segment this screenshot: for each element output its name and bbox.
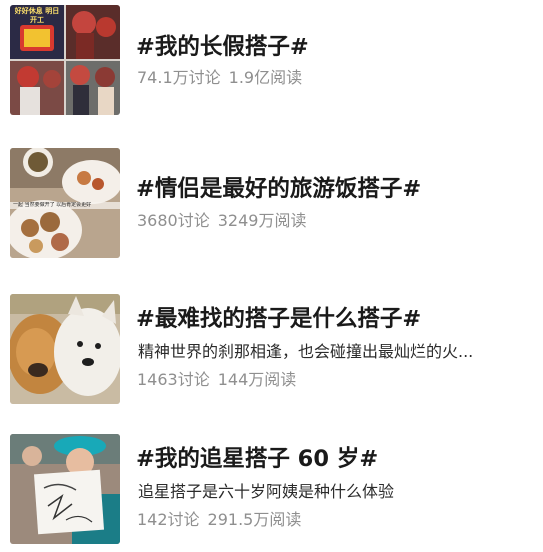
read-count: 291.5万阅读 (207, 510, 302, 529)
topic-title[interactable]: #我的长假搭子# (136, 33, 309, 61)
topic-stats: 142讨论 291.5万阅读 (137, 510, 301, 530)
topic-thumbnail[interactable] (10, 434, 120, 544)
topic-description: 追星搭子是六十岁阿姨是种什么体验 (138, 482, 395, 501)
topic-stats: 3680讨论 3249万阅读 (137, 211, 306, 231)
topic-item[interactable]: 好好休息 明日开工 #我的长假搭子# 74.1万讨论 1.9亿阅读 (0, 0, 543, 130)
dogs-image (10, 294, 120, 404)
fan-image (10, 434, 120, 544)
discussion-count: 3680讨论 (137, 211, 210, 230)
topic-title[interactable]: #最难找的搭子是什么搭子# (136, 305, 421, 333)
topic-thumbnail[interactable] (10, 294, 120, 404)
read-count: 1.9亿阅读 (228, 68, 303, 87)
thumbnail-caption: 好好休息 明日开工 (14, 7, 60, 24)
read-count: 3249万阅读 (217, 211, 307, 230)
discussion-count: 142讨论 (137, 510, 200, 529)
topic-stats: 1463讨论 144万阅读 (137, 370, 296, 390)
topic-title[interactable]: #我的追星搭子 60 岁# (136, 445, 378, 473)
thumbnail-caption: 一起 当然要做开了 以后肯定会更好 (13, 202, 92, 208)
topic-item[interactable]: 一起 当然要做开了 以后肯定会更好 #情侣是最好的旅游饭搭子# 3680讨论 32… (0, 140, 543, 270)
read-count: 144万阅读 (217, 370, 297, 389)
topic-item[interactable]: #最难找的搭子是什么搭子# 精神世界的刹那相逢，也会碰撞出最灿烂的火... 14… (0, 280, 543, 410)
topic-description: 精神世界的刹那相逢，也会碰撞出最灿烂的火... (138, 342, 474, 361)
topic-stats: 74.1万讨论 1.9亿阅读 (137, 68, 302, 88)
discussion-count: 74.1万讨论 (137, 68, 221, 87)
topic-item[interactable]: #我的追星搭子 60 岁# 追星搭子是六十岁阿姨是种什么体验 142讨论 291.… (0, 420, 543, 550)
topic-thumbnail[interactable]: 一起 当然要做开了 以后肯定会更好 (10, 148, 120, 258)
discussion-count: 1463讨论 (137, 370, 210, 389)
topic-thumbnail[interactable]: 好好休息 明日开工 (10, 5, 120, 115)
topic-title[interactable]: #情侣是最好的旅游饭搭子# (136, 175, 421, 203)
